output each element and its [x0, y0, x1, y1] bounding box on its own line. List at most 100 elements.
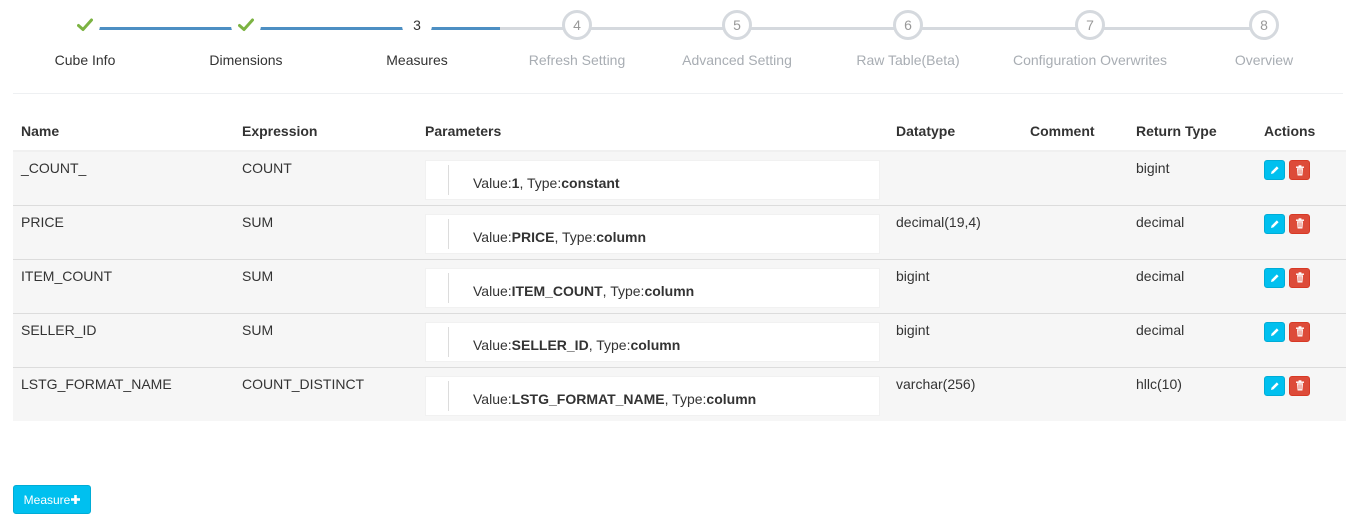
parameter-value: ITEM_COUNT — [511, 282, 603, 299]
step-number: 7 — [1075, 10, 1105, 40]
cell-return-type: bigint — [1136, 160, 1170, 176]
cell-parameters: Value:PRICE, Type:column — [417, 204, 888, 259]
edit-measure-button[interactable] — [1264, 375, 1285, 396]
cell-comment — [1022, 366, 1128, 421]
delete-measure-button[interactable] — [1289, 321, 1310, 342]
plus-icon — [71, 495, 81, 504]
parameter-box: Value:PRICE, Type:column — [425, 213, 880, 254]
cell-datatype: decimal(19,4) — [888, 204, 1022, 259]
trash-icon — [1295, 326, 1304, 337]
cell-actions — [1256, 151, 1346, 205]
parameter-text: Value:PRICE, Type:column — [473, 229, 646, 245]
cell-comment — [1022, 312, 1128, 367]
column-header-actions: Actions — [1256, 111, 1346, 152]
parameter-text: Value:SELLER_ID, Type:column — [473, 337, 680, 353]
edit-measure-button[interactable] — [1264, 213, 1285, 234]
pencil-icon — [1270, 166, 1279, 174]
delete-measure-button[interactable] — [1289, 267, 1310, 288]
check-icon — [238, 18, 254, 32]
parameter-value: LSTG_FORMAT_NAME — [511, 390, 665, 407]
pencil-icon — [1270, 381, 1279, 390]
parameter-divider — [448, 218, 449, 249]
cell-actions — [1256, 258, 1346, 313]
step-label: Dimensions — [209, 52, 283, 68]
step-number: 6 — [893, 10, 923, 40]
column-header-parameters: Parameters — [417, 111, 888, 152]
cell-parameters: Value:SELLER_ID, Type:column — [417, 312, 888, 367]
type-prefix: , Type: — [664, 390, 707, 407]
table-row: _COUNT_ COUNT Value:1, Type:constant big… — [13, 151, 1346, 205]
parameter-divider — [448, 165, 449, 195]
parameter-box: Value:ITEM_COUNT, Type:column — [425, 267, 880, 308]
table-row: ITEM_COUNT SUM Value:ITEM_COUNT, Type:co… — [13, 258, 1346, 313]
cell-actions — [1256, 366, 1346, 421]
cell-datatype — [888, 151, 1022, 205]
parameter-divider — [448, 380, 449, 411]
parameter-type: column — [630, 336, 681, 353]
cell-parameters: Value:ITEM_COUNT, Type:column — [417, 258, 888, 313]
wizard-step-raw-table[interactable]: 6 Raw Table(Beta) — [808, 0, 1008, 68]
parameter-box: Value:SELLER_ID, Type:column — [425, 321, 880, 362]
cell-name: LSTG_FORMAT_NAME — [13, 366, 234, 421]
pencil-icon — [1270, 273, 1279, 282]
cell-parameters: Value:1, Type:constant — [417, 151, 888, 205]
delete-measure-button[interactable] — [1289, 213, 1310, 234]
cell-expression: SUM — [234, 204, 417, 259]
trash-icon — [1295, 164, 1304, 175]
value-prefix: Value: — [473, 175, 512, 191]
table-row: PRICE SUM Value:PRICE, Type:column decim… — [13, 204, 1346, 259]
cell-datatype: bigint — [888, 312, 1022, 367]
trash-icon — [1295, 380, 1304, 391]
cell-name: SELLER_ID — [13, 312, 234, 367]
cell-datatype: varchar(256) — [888, 366, 1022, 421]
edit-measure-button[interactable] — [1264, 267, 1285, 288]
wizard-step-dimensions[interactable]: Dimensions — [146, 0, 346, 68]
wizard-step-advanced-setting[interactable]: 5 Advanced Setting — [637, 0, 837, 68]
cell-comment — [1022, 258, 1128, 313]
cell-expression: SUM — [234, 312, 417, 367]
add-measure-button[interactable]: Measure — [13, 485, 91, 514]
delete-measure-button[interactable] — [1289, 375, 1310, 396]
cell-expression: COUNT_DISTINCT — [234, 366, 417, 421]
edit-measure-button[interactable] — [1264, 321, 1285, 342]
parameter-box: Value:LSTG_FORMAT_NAME, Type:column — [425, 375, 880, 416]
measures-table: Name Expression Parameters Datatype Comm… — [13, 111, 1346, 421]
cell-name: ITEM_COUNT — [13, 258, 234, 313]
value-prefix: Value: — [473, 336, 512, 353]
parameter-value: PRICE — [511, 228, 555, 245]
edit-measure-button[interactable] — [1264, 160, 1285, 180]
type-prefix: , Type: — [554, 228, 597, 245]
parameter-type: column — [706, 390, 757, 407]
parameter-type: column — [644, 282, 695, 299]
wizard-step-overview[interactable]: 8 Overview — [1164, 0, 1359, 68]
column-header-name: Name — [13, 111, 234, 152]
value-prefix: Value: — [473, 390, 512, 407]
cell-expression: SUM — [234, 258, 417, 313]
delete-measure-button[interactable] — [1289, 160, 1310, 180]
trash-icon — [1295, 218, 1304, 229]
cell-expression: COUNT — [242, 160, 292, 176]
value-prefix: Value: — [473, 282, 512, 299]
cell-name: PRICE — [13, 204, 234, 259]
cell-comment — [1022, 204, 1128, 259]
wizard-step-configuration-overwrites[interactable]: 7 Configuration Overwrites — [990, 0, 1190, 68]
step-label: Advanced Setting — [682, 52, 792, 68]
cell-name: _COUNT_ — [21, 160, 87, 176]
cell-parameters: Value:LSTG_FORMAT_NAME, Type:column — [417, 366, 888, 421]
check-icon — [77, 18, 93, 32]
value-prefix: Value: — [473, 228, 512, 245]
cell-comment — [1022, 151, 1128, 205]
type-prefix: , Type: — [519, 175, 562, 191]
step-number: 4 — [562, 10, 592, 40]
table-header-row: Name Expression Parameters Datatype Comm… — [13, 111, 1346, 152]
step-label: Configuration Overwrites — [1012, 52, 1168, 68]
type-prefix: , Type: — [588, 336, 631, 353]
parameter-value: SELLER_ID — [511, 336, 589, 353]
step-circle — [231, 10, 261, 40]
cell-return-type: decimal — [1128, 258, 1256, 313]
pencil-icon — [1270, 327, 1279, 336]
parameter-text: Value:1, Type:constant — [473, 175, 620, 191]
type-prefix: , Type: — [602, 282, 645, 299]
column-header-comment: Comment — [1022, 111, 1128, 152]
pencil-icon — [1270, 219, 1279, 228]
